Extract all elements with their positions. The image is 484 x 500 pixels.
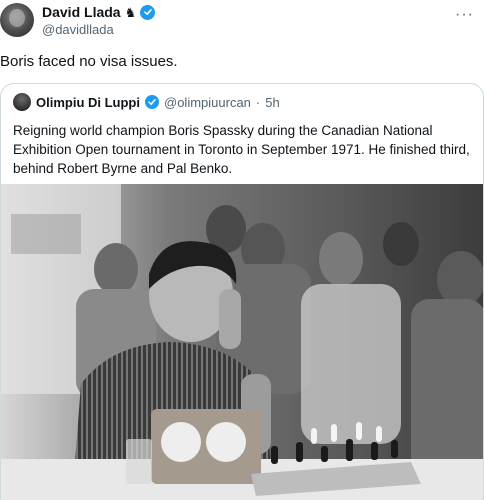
quoted-tweet-card[interactable]: Olimpiu Di Luppi @olimpiuurcan · 5h Reig… — [0, 83, 484, 500]
more-options-icon[interactable]: ··· — [455, 6, 474, 24]
quoted-author-handle: @olimpiuurcan — [164, 94, 251, 110]
author-name-row: David Llada ♞ — [42, 4, 156, 20]
author-display-name[interactable]: David Llada — [42, 4, 121, 20]
author-handle[interactable]: @davidllada — [42, 22, 114, 37]
chess-knight-icon: ♞ — [124, 4, 137, 20]
quoted-author-name: Olimpiu Di Luppi — [36, 94, 140, 110]
tweet-text: Boris faced no visa issues. — [0, 53, 178, 70]
verified-badge-icon — [140, 4, 156, 20]
author-avatar[interactable] — [0, 3, 34, 37]
verified-badge-icon — [145, 95, 159, 109]
quoted-tweet-text: Reigning world champion Boris Spassky du… — [13, 123, 470, 176]
separator-dot: · — [255, 94, 261, 110]
quoted-tweet-time: 5h — [265, 94, 280, 110]
quoted-author-avatar — [13, 93, 31, 111]
quoted-tweet-photo[interactable] — [1, 184, 483, 500]
post-header: David Llada ♞ @davidllada ··· — [0, 0, 484, 44]
quoted-tweet-header: Olimpiu Di Luppi @olimpiuurcan · 5h — [13, 93, 280, 111]
